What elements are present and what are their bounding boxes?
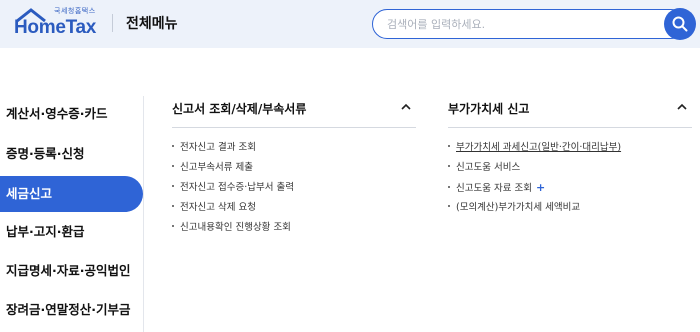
- bullet: [448, 205, 450, 207]
- sub-item-receipt-print[interactable]: 전자신고 접수증·납부서 출력: [172, 180, 294, 196]
- section-header[interactable]: 신고서 조회/삭제/부속서류: [172, 96, 416, 128]
- bullet: [448, 186, 450, 188]
- search-button[interactable]: [664, 8, 696, 40]
- chevron-up-icon[interactable]: [676, 101, 688, 113]
- nav-item-tax-filing[interactable]: 세금신고: [0, 176, 143, 212]
- sub-item-e-filing-result[interactable]: 전자신고 결과 조회: [172, 140, 256, 156]
- search-input[interactable]: [387, 16, 647, 32]
- expand-plus-icon[interactable]: +: [536, 181, 545, 194]
- search-icon: [672, 16, 688, 32]
- nav-item-invoice-receipt-card[interactable]: 계산서·영수증·카드: [0, 96, 143, 132]
- logo-text: HomeTax: [14, 17, 97, 38]
- bullet: [172, 225, 174, 227]
- nav-item-certificate-registration[interactable]: 증명·등록·신청: [0, 136, 143, 172]
- bullet: [448, 165, 450, 167]
- section-title: 부가가치세 신고: [448, 102, 530, 116]
- sub-item-vat-simulation[interactable]: (모의계산)부가가치세 세액비교: [448, 200, 580, 216]
- sub-item-help-data-inquiry[interactable]: 신고도움 자료 조회 +: [448, 180, 545, 196]
- nav-item-incentive-yearend[interactable]: 장려금·연말정산·기부금: [0, 292, 143, 328]
- nav-item-payment-statement[interactable]: 지급명세·자료·공익법인: [0, 253, 143, 289]
- bullet: [172, 145, 174, 147]
- bullet: [172, 205, 174, 207]
- top-header: 국세청홈택스 HomeTax 전체메뉴: [0, 0, 700, 48]
- logo-subtext: 국세청홈택스: [54, 7, 96, 15]
- sub-item-delete-request[interactable]: 전자신고 삭제 요청: [172, 200, 256, 216]
- search-box: [372, 9, 686, 39]
- bullet: [172, 165, 174, 167]
- section-title: 신고서 조회/삭제/부속서류: [172, 102, 307, 116]
- nav-item-payment-notice-refund[interactable]: 납부·고지·환급: [0, 214, 143, 250]
- sub-item-vat-return[interactable]: 부가가치세 과세신고(일반·간이·대리납부): [448, 140, 621, 156]
- sub-item-attachment-submit[interactable]: 신고부속서류 제출: [172, 160, 253, 176]
- chevron-up-icon[interactable]: [400, 101, 412, 113]
- sub-item-filing-help[interactable]: 신고도움 서비스: [448, 160, 520, 176]
- sub-item-progress-status[interactable]: 신고내용확인 진행상황 조회: [172, 220, 291, 236]
- bullet: [448, 145, 450, 147]
- section-header[interactable]: 부가가치세 신고: [448, 96, 692, 128]
- nav-divider: [143, 96, 144, 332]
- bullet: [172, 185, 174, 187]
- page-title: 전체메뉴: [126, 16, 178, 32]
- header-divider: [112, 14, 113, 32]
- hometax-logo[interactable]: 국세청홈택스 HomeTax: [14, 6, 98, 40]
